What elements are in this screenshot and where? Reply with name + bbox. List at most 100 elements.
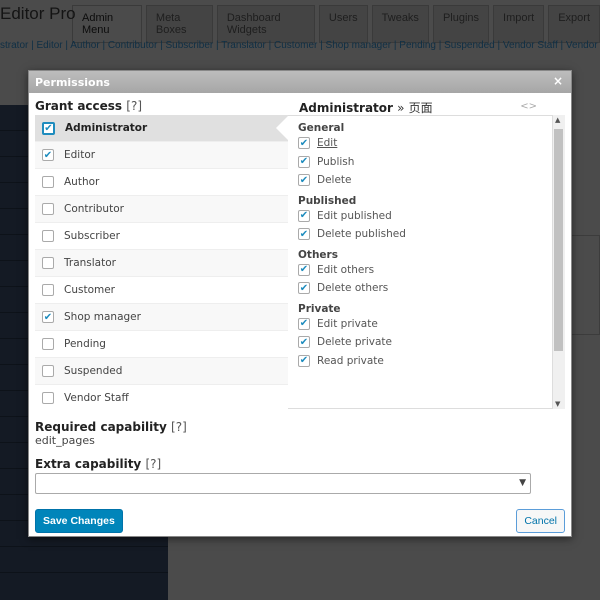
role-item[interactable]: Translator [35, 250, 288, 277]
extra-label: Extra capability [35, 457, 142, 471]
save-changes-button[interactable]: Save Changes [35, 509, 123, 533]
extra-capability-heading: Extra capability [?] [35, 457, 161, 471]
role-name: Contributor [64, 203, 124, 215]
capability-panel: General ✔ Edit ✔ Publish ✔ Delete Published ✔ Edi… [288, 115, 553, 409]
role-name: Pending [64, 338, 106, 350]
role-item[interactable]: ✔ Administrator [35, 115, 288, 142]
capability-checkbox[interactable]: ✔ [298, 317, 310, 330]
app-title: Editor Pro [0, 4, 76, 23]
capability-label: Publish [317, 155, 355, 168]
tab-tweaks[interactable]: Tweaks [371, 5, 429, 43]
role-checkbox[interactable]: ✔ [42, 149, 54, 161]
scrollbar[interactable]: ▲ ▼ [553, 115, 565, 409]
capability-item[interactable]: ✔ Delete published [298, 225, 542, 244]
role-name: Editor [64, 149, 96, 161]
tab-export[interactable]: Export [548, 5, 600, 43]
role-name: Customer [64, 284, 116, 296]
capability-checkbox[interactable]: ✔ [298, 336, 310, 349]
required-capability-value: edit_pages [35, 434, 95, 447]
role-name: Translator [64, 257, 116, 269]
role-links: strator | Editor | Author | Contributor … [0, 40, 600, 51]
role-checkbox[interactable] [42, 230, 54, 242]
tab-meta-boxes[interactable]: Meta Boxes [145, 5, 213, 43]
role-name: Administrator [65, 122, 148, 134]
help-link[interactable]: [?] [126, 99, 142, 113]
capability-item[interactable]: ✔ Read private [298, 352, 542, 371]
capability-item[interactable]: ✔ Delete [298, 171, 542, 190]
grant-access-label: Grant access [35, 99, 123, 113]
role-name: Subscriber [64, 230, 120, 242]
capability-checkbox[interactable]: ✔ [298, 174, 310, 187]
capability-item[interactable]: ✔ Edit private [298, 315, 542, 334]
capability-item[interactable]: ✔ Delete private [298, 333, 542, 352]
capability-checkbox[interactable]: ✔ [298, 137, 310, 150]
tab-dashboard-widgets[interactable]: Dashboard Widgets [216, 5, 315, 43]
cancel-button[interactable]: Cancel [516, 509, 565, 533]
role-list: ✔ Administrator ✔ Editor Author Contributor Su… [35, 115, 288, 409]
capability-item[interactable]: ✔ Edit published [298, 207, 542, 226]
detail-item: 页面 [408, 101, 433, 115]
help-link[interactable]: [?] [171, 420, 187, 434]
capability-checkbox[interactable]: ✔ [298, 228, 310, 241]
role-checkbox[interactable] [42, 176, 54, 188]
capability-label: Delete others [317, 282, 389, 295]
role-name: Author [64, 176, 100, 188]
tab-plugins[interactable]: Plugins [432, 5, 490, 43]
role-item[interactable]: Vendor Staff [35, 385, 288, 409]
role-checkbox[interactable] [42, 257, 54, 269]
dialog-title: Permissions [35, 76, 110, 89]
capability-group: Published [298, 194, 357, 207]
role-item[interactable]: Subscriber [35, 223, 288, 250]
role-checkbox[interactable]: ✔ [42, 121, 55, 135]
role-checkbox[interactable] [42, 203, 54, 215]
capability-item[interactable]: ✔ Publish [298, 153, 542, 172]
role-name: Shop manager [64, 311, 141, 323]
capability-group: Others [298, 248, 338, 261]
capability-checkbox[interactable]: ✔ [298, 263, 310, 276]
capability-label: Delete private [317, 336, 392, 349]
permissions-dialog: Permissions × Grant access [?] ✔ Administ… [28, 70, 572, 537]
required-label: Required capability [35, 420, 167, 434]
role-checkbox[interactable] [42, 392, 54, 404]
role-checkbox[interactable] [42, 365, 54, 377]
role-item[interactable]: Pending [35, 331, 288, 358]
role-checkbox[interactable] [42, 284, 54, 296]
capability-checkbox[interactable]: ✔ [298, 354, 310, 367]
code-icon[interactable]: <> [520, 101, 537, 112]
scroll-down-icon[interactable]: ▼ [555, 400, 560, 408]
dialog-title-bar: Permissions × [29, 71, 571, 93]
scroll-up-icon[interactable]: ▲ [555, 116, 560, 124]
grant-access-heading: Grant access [?] [35, 99, 142, 113]
role-name: Suspended [64, 365, 123, 377]
capability-item[interactable]: ✔ Edit [298, 134, 542, 153]
role-name: Vendor Staff [64, 392, 129, 404]
scrollbar-thumb[interactable] [554, 129, 563, 351]
role-item[interactable]: ✔ Editor [35, 142, 288, 169]
role-checkbox[interactable] [42, 338, 54, 350]
capability-group: Private [298, 302, 341, 315]
tab-users[interactable]: Users [318, 5, 368, 43]
close-icon[interactable]: × [553, 74, 563, 88]
capability-label: Edit published [317, 209, 392, 222]
role-checkbox[interactable]: ✔ [42, 311, 54, 323]
capability-label: Read private [317, 354, 384, 367]
tab-bar: Admin Menu Meta Boxes Dashboard Widgets Use… [72, 5, 600, 43]
capability-checkbox[interactable]: ✔ [298, 155, 310, 168]
capability-item[interactable]: ✔ Delete others [298, 279, 542, 298]
capability-checkbox[interactable]: ✔ [298, 282, 310, 295]
help-link[interactable]: [?] [145, 457, 161, 471]
capability-label: Edit others [317, 263, 375, 276]
role-item[interactable]: ✔ Shop manager [35, 304, 288, 331]
tab-admin-menu[interactable]: Admin Menu [72, 5, 142, 43]
role-item[interactable]: Author [35, 169, 288, 196]
tab-import[interactable]: Import [493, 5, 545, 43]
extra-capability-select[interactable]: ▼ [35, 473, 531, 494]
role-item[interactable]: Contributor [35, 196, 288, 223]
role-item[interactable]: Suspended [35, 358, 288, 385]
role-item[interactable]: Customer [35, 277, 288, 304]
capability-item[interactable]: ✔ Edit others [298, 261, 542, 280]
capability-checkbox[interactable]: ✔ [298, 209, 310, 222]
capability-label: Edit private [317, 317, 378, 330]
detail-sep: » [397, 101, 405, 115]
chevron-down-icon: ▼ [519, 478, 526, 488]
